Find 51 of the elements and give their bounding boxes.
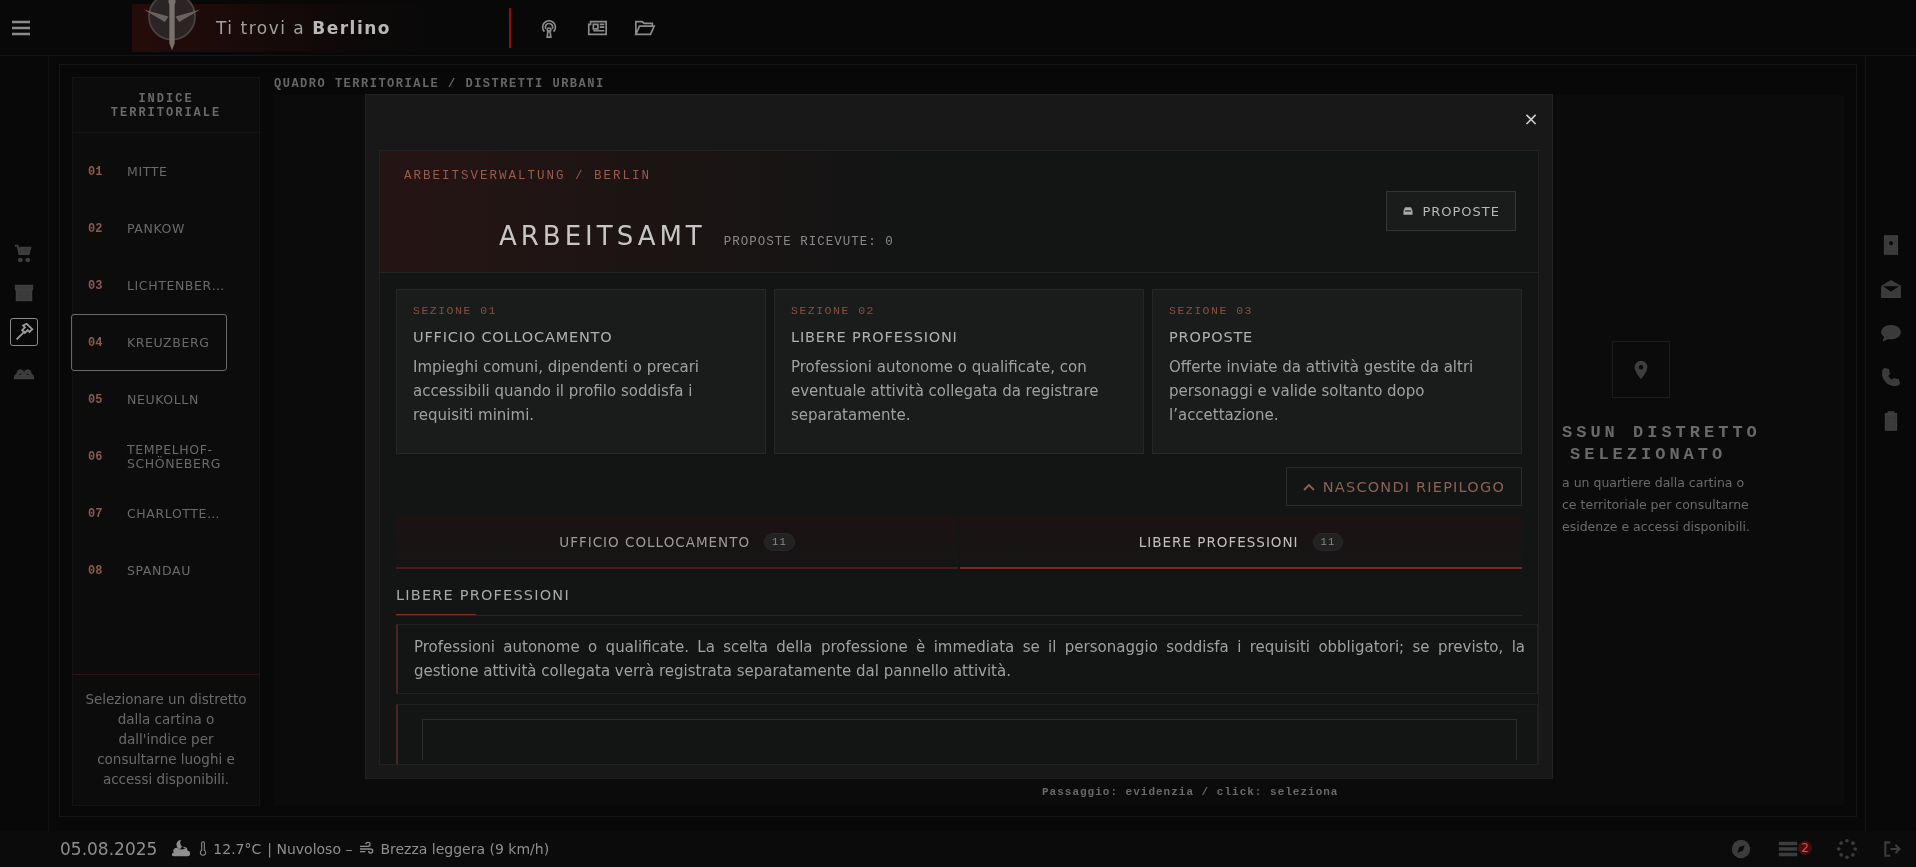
district-item[interactable]: 02 PANKOW bbox=[73, 200, 227, 257]
location-label: Ti trovi a Berlino bbox=[216, 17, 391, 38]
hammer-icon[interactable] bbox=[10, 318, 38, 346]
temperature-label: 12.7°C bbox=[213, 841, 262, 857]
caret-icon bbox=[1302, 482, 1315, 491]
empty-state-text: ce territoriale per consultarne bbox=[1562, 496, 1750, 514]
section-breadcrumb: QUADRO TERRITORIALE / DISTRETTI URBANI bbox=[274, 77, 606, 93]
proposals-counter: PROPOSTE RICEVUTE: 0 bbox=[723, 235, 894, 249]
section-number: SEZIONE 03 bbox=[1169, 304, 1254, 317]
compass-icon[interactable] bbox=[1730, 838, 1753, 860]
weather-label: | Nuvoloso – bbox=[267, 841, 353, 857]
section-title: PROPOSTE bbox=[1169, 329, 1254, 345]
logout-icon[interactable] bbox=[1882, 839, 1902, 859]
category-tab[interactable]: UFFICIO COLLOCAMENTO 11 bbox=[396, 516, 958, 569]
district-item[interactable]: 07 CHARLOTTE… bbox=[73, 485, 227, 542]
hide-summary-button[interactable]: NASCONDI RIEPILOGO bbox=[1285, 467, 1522, 506]
empty-state-text: esidenze e accessi disponibili. bbox=[1562, 518, 1750, 536]
district-item[interactable]: 03 LICHTENBER… bbox=[73, 257, 227, 314]
inbox-icon bbox=[1402, 205, 1415, 217]
empty-state-text: a un quartiere dalla cartina o bbox=[1562, 474, 1746, 492]
wind-icon bbox=[358, 841, 375, 857]
office-title: ARBEITSAMT bbox=[499, 221, 706, 251]
section-title: LIBERE PROFESSIONI bbox=[791, 329, 959, 345]
thermometer-icon bbox=[199, 841, 208, 857]
loading-spinner-icon bbox=[1836, 838, 1858, 860]
district-item[interactable]: 08 SPANDAU bbox=[73, 542, 227, 599]
date-label: 05.08.2025 bbox=[60, 839, 158, 859]
index-title: INDICE TERRITORIALE bbox=[73, 78, 259, 133]
district-item[interactable]: 06 TEMPELHOF-SCHÖNEBERG bbox=[73, 428, 227, 485]
office-breadcrumb: ARBEITSVERWALTUNG / BERLIN bbox=[404, 169, 653, 183]
map-hint: Passaggio: evidenzia / click: seleziona bbox=[1042, 786, 1339, 798]
district-item[interactable]: 01 MITTE bbox=[73, 143, 227, 200]
close-button[interactable]: × bbox=[1520, 107, 1542, 129]
section-description: Offerte inviate da attività gestite da altri personaggi e valide soltanto dopo l’accettazione. bbox=[1169, 357, 1475, 426]
proposals-button[interactable]: PROPOSTE bbox=[1386, 191, 1516, 231]
category-heading: LIBERE PROFESSIONI bbox=[396, 587, 1522, 616]
section-number: SEZIONE 01 bbox=[413, 304, 498, 317]
section-description: Professioni autonome o qualificate, con eventuale attività collegata da registrare separatamente. bbox=[791, 357, 1100, 426]
empty-state-title: SELEZIONATO bbox=[1570, 444, 1727, 466]
district-item[interactable]: 05 NEUKOLLN bbox=[73, 371, 227, 428]
wind-label: Brezza leggera (9 km/h) bbox=[380, 841, 550, 857]
section-number: SEZIONE 02 bbox=[791, 304, 876, 317]
category-description: Professioni autonome o qualificate. La scelta della professione è immediata se il personaggio soddisfa i requisiti obbligatori; se previsto, la gestione attività collegata verrà registrata separatamente dal pannello attività. bbox=[396, 624, 1538, 694]
section-title: UFFICIO COLLOCAMENTO bbox=[413, 329, 614, 345]
notification-badge: 2 bbox=[1798, 841, 1812, 855]
empty-state-title: SSUN DISTRETTO bbox=[1562, 422, 1761, 444]
district-item[interactable]: 04 KREUZBERG bbox=[71, 314, 227, 371]
index-hint: Selezionare un distretto dalla cartina o dall'indice per consultarne luoghi e accessi disponibili. bbox=[73, 674, 259, 805]
category-tab[interactable]: LIBERE PROFESSIONI 11 bbox=[960, 516, 1522, 569]
map-pin-icon bbox=[1612, 341, 1670, 398]
section-description: Impieghi comuni, dipendenti o precari accessibili quando il profilo soddisfa i requisiti minimi. bbox=[413, 357, 700, 426]
